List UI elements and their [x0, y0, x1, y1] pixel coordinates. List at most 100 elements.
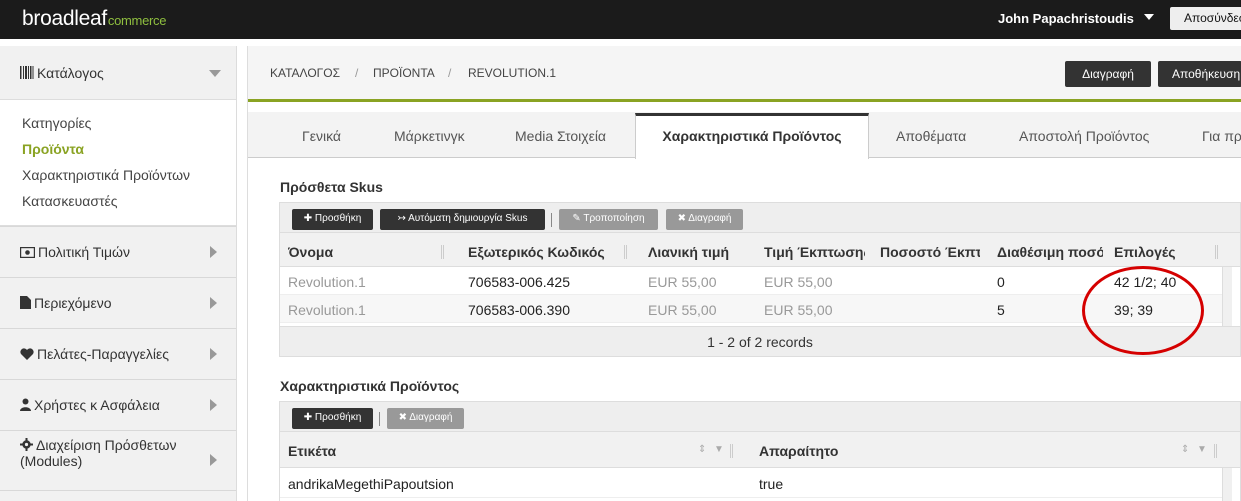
sidebar-item-label: Διαχείριση Πρόσθετων (Modules) [20, 437, 177, 469]
sidebar-item-pricing[interactable]: Πολιτική Τιμών [0, 227, 236, 278]
tab-shipping[interactable]: Αποστολή Προϊόντος [1019, 128, 1149, 144]
column-header-label[interactable]: Ετικέτα [288, 443, 336, 459]
attributes-grid: ✚ Προσθήκη ✖ Διαγραφή Ετικέτα ⇕ ▼ Απαραί… [279, 401, 1241, 501]
close-icon: ✖ [677, 213, 689, 224]
attributes-add-label: Προσθήκη [314, 412, 362, 423]
column-header-required[interactable]: Απαραίτητο [759, 443, 838, 459]
cell-options: 42 1/2; 40 [1114, 274, 1177, 290]
column-header-discount-percent[interactable]: Ποσοστό Έκπτωσης [880, 244, 980, 260]
cell-required: true [759, 476, 784, 492]
brand-logo[interactable]: broadleafcommerce [22, 7, 166, 31]
attributes-grid-header: Ετικέτα ⇕ ▼ Απαραίτητο ⇕ ▼ [280, 432, 1240, 468]
tab-bar: Γενικά Μάρκετινγκ Media Στοιχεία Χαρακτη… [248, 112, 1241, 159]
vertical-scrollbar[interactable] [1222, 468, 1232, 501]
column-header-quantity[interactable]: Διαθέσιμη ποσότητα [997, 244, 1103, 260]
sidebar-item-label: Περιεχόμενο [34, 295, 112, 311]
cell-quantity: 5 [997, 302, 1005, 318]
sidebar-item-modules[interactable]: Διαχείριση Πρόσθετων (Modules) [0, 431, 236, 491]
sort-icon[interactable]: ⇕ [698, 444, 706, 455]
sidebar-subitem-product-options[interactable]: Χαρακτηριστικά Προϊόντων [22, 167, 190, 183]
sidebar-subitem-products[interactable]: Προϊόντα [22, 141, 84, 157]
breadcrumb-current: REVOLUTION.1 [468, 66, 557, 80]
gear-icon [20, 438, 33, 454]
chevron-down-icon[interactable] [209, 70, 221, 77]
tab-marketing[interactable]: Μάρκετινγκ [394, 128, 465, 144]
cell-external-code: 706583-006.390 [468, 302, 570, 318]
skus-add-label: Προσθήκη [314, 213, 362, 224]
tab-inventory[interactable]: Αποθέματα [896, 128, 966, 144]
skus-delete-label: Διαγραφή [688, 213, 732, 224]
skus-delete-button[interactable]: ✖ Διαγραφή [666, 209, 743, 230]
sidebar-item-catalog[interactable]: Κατάλογος [20, 65, 104, 82]
sidebar-item-pricing-head: Πολιτική Τιμών [19, 244, 130, 261]
cell-external-code: 706583-006.425 [468, 274, 570, 290]
file-icon [20, 296, 31, 312]
filter-icon[interactable]: ▼ [714, 444, 724, 455]
column-resize-handle[interactable] [1215, 245, 1218, 259]
toolbar-divider [551, 213, 552, 227]
column-header-external-code[interactable]: Εξωτερικός Κωδικός [468, 244, 636, 260]
tab-media[interactable]: Media Στοιχεία [515, 128, 606, 144]
column-header-sale-price[interactable]: Τιμή Έκπτωσης [764, 244, 865, 260]
sidebar-item-label: Χρήστες κ Ασφάλεια [34, 397, 160, 413]
user-name[interactable]: John Papachristoudis [998, 11, 1134, 26]
sidebar-item-content-head: Περιεχόμενο [20, 295, 112, 312]
plus-icon: ✚ [303, 412, 315, 423]
column-resize-handle[interactable] [624, 245, 627, 259]
skus-auto-generate-button[interactable]: ↣ Αυτόματη δημιουργία Skus [380, 209, 545, 230]
heart-icon [20, 347, 34, 363]
column-resize-handle[interactable] [730, 444, 733, 458]
chevron-down-icon[interactable] [1144, 14, 1154, 20]
logout-button[interactable]: Αποσύνδεση [1170, 7, 1241, 30]
table-row[interactable]: andrikaMegethiPapoutsion true [280, 468, 1222, 498]
skus-grid: ✚ Προσθήκη ↣ Αυτόματη δημιουργία Skus ✎ … [279, 202, 1241, 357]
breadcrumb-separator: / [355, 66, 359, 80]
sort-icon[interactable]: ⇕ [1181, 444, 1189, 455]
skus-add-button[interactable]: ✚ Προσθήκη [292, 209, 373, 230]
plus-icon: ✚ [303, 213, 315, 224]
chevron-right-icon [210, 399, 217, 411]
sidebar-item-label: Πολιτική Τιμών [38, 244, 130, 260]
user-icon [20, 398, 31, 414]
sidebar-item-users-security[interactable]: Χρήστες κ Ασφάλεια [0, 380, 236, 431]
tab-general[interactable]: Γενικά [302, 128, 341, 144]
attributes-delete-button[interactable]: ✖ Διαγραφή [387, 408, 464, 429]
skus-grid-header: Όνομα Εξωτερικός Κωδικός Λιανική τιμή Τι… [280, 233, 1240, 267]
skus-edit-label: Τροποποίηση [583, 213, 645, 224]
filter-icon[interactable]: ▼ [1197, 444, 1207, 455]
sidebar-item-content[interactable]: Περιεχόμενο [0, 278, 236, 329]
cell-name: Revolution.1 [288, 302, 366, 318]
table-row[interactable]: Revolution.1 706583-006.425 EUR 55,00 EU… [280, 267, 1222, 295]
attributes-add-button[interactable]: ✚ Προσθήκη [292, 408, 373, 429]
column-header-name[interactable]: Όνομα [288, 244, 438, 260]
column-resize-handle[interactable] [1214, 444, 1217, 458]
column-resize-handle[interactable] [441, 245, 444, 259]
sidebar-subitem-categories[interactable]: Κατηγορίες [22, 115, 91, 131]
main-content: ΚΑΤΑΛΟΓΟΣ / ΠΡΟΪΟΝΤΑ / REVOLUTION.1 Διαγ… [247, 46, 1241, 501]
cell-label: andrikaMegethiPapoutsion [288, 476, 454, 492]
catalog-submenu: Κατηγορίες Προϊόντα Χαρακτηριστικά Προϊό… [0, 99, 236, 226]
sidebar-item-label: Πελάτες-Παραγγελίες [37, 346, 170, 362]
save-button[interactable]: Αποθήκευση [1158, 61, 1241, 87]
sidebar-item-customers-orders[interactable]: Πελάτες-Παραγγελίες [0, 329, 236, 380]
vertical-scrollbar[interactable] [1222, 267, 1232, 327]
delete-button[interactable]: Διαγραφή [1065, 61, 1151, 87]
toolbar-divider [379, 412, 380, 426]
cell-retail-price: EUR 55,00 [648, 274, 717, 290]
logo-sub-text: commerce [107, 13, 167, 28]
breadcrumb-products[interactable]: ΠΡΟΪΟΝΤΑ [373, 66, 435, 80]
tab-related[interactable]: Για προϊόντα [1202, 128, 1241, 144]
tab-product-options[interactable]: Χαρακτηριστικά Προϊόντος [635, 113, 869, 159]
sidebar-subitem-manufacturers[interactable]: Κατασκευαστές [22, 193, 117, 209]
sidebar-section-catalog: Κατάλογος Κατηγορίες Προϊόντα Χαρακτηρισ… [0, 46, 236, 227]
attributes-toolbar: ✚ Προσθήκη ✖ Διαγραφή [280, 402, 1240, 432]
breadcrumb-catalog[interactable]: ΚΑΤΑΛΟΓΟΣ [270, 66, 340, 80]
chevron-right-icon [210, 246, 217, 258]
top-bar: broadleafcommerce John Papachristoudis Α… [0, 0, 1241, 39]
attributes-delete-label: Διαγραφή [409, 412, 453, 423]
table-row[interactable]: Revolution.1 706583-006.390 EUR 55,00 EU… [280, 295, 1222, 323]
money-icon [19, 245, 36, 261]
skus-edit-button[interactable]: ✎ Τροποποίηση [559, 209, 658, 230]
column-header-retail-price[interactable]: Λιανική τιμή [648, 244, 756, 260]
column-header-options[interactable]: Επιλογές [1114, 244, 1204, 260]
